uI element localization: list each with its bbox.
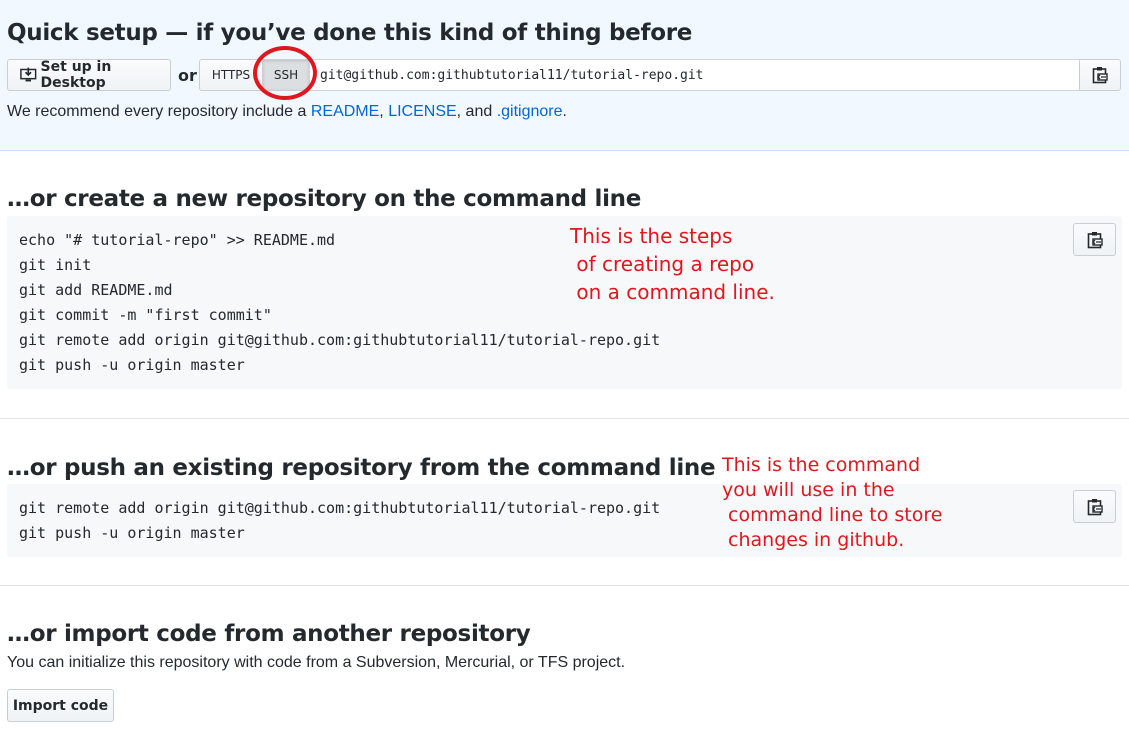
push-existing-annotation: This is the command you will use in the … [722, 454, 943, 551]
setup-desktop-button[interactable]: Set up in Desktop [7, 59, 171, 91]
desktop-download-icon [20, 67, 37, 82]
import-title: …or import code from another repository [7, 621, 531, 647]
clone-url-input[interactable] [309, 59, 1081, 91]
copy-clone-url-button[interactable] [1079, 59, 1121, 91]
recommend-text: We recommend every repository include a … [7, 103, 567, 121]
copy-push-existing-button[interactable] [1073, 490, 1116, 523]
recommend-suffix: . [562, 103, 567, 120]
clipboard-icon [1087, 498, 1103, 515]
ssh-highlight-circle [253, 46, 317, 100]
quick-setup-panel: Quick setup — if you’ve done this kind o… [0, 0, 1129, 151]
divider [0, 418, 1129, 419]
gitignore-link[interactable]: .gitignore [497, 103, 563, 120]
new-repo-code: echo "# tutorial-repo" >> README.md git … [19, 231, 661, 374]
setup-desktop-label: Set up in Desktop [40, 59, 112, 91]
new-repo-title: …or create a new repository on the comma… [7, 186, 642, 212]
push-existing-title: …or push an existing repository from the… [7, 455, 716, 481]
push-existing-code-block: git remote add origin git@github.com:git… [7, 484, 1122, 557]
divider [0, 585, 1129, 586]
clipboard-icon [1092, 67, 1108, 84]
import-code-button[interactable]: Import code [7, 689, 114, 722]
push-existing-code: git remote add origin git@github.com:git… [19, 499, 661, 542]
license-link[interactable]: LICENSE [388, 103, 456, 120]
recommend-sep: , [379, 103, 389, 120]
new-repo-annotation: This is the steps of creating a repo on … [570, 224, 775, 304]
recommend-prefix: We recommend every repository include a [7, 103, 311, 120]
clone-url-group: HTTPS SSH [199, 59, 1121, 91]
copy-new-repo-button[interactable] [1073, 223, 1116, 256]
recommend-sep: , and [456, 103, 497, 120]
or-label: or [178, 66, 197, 85]
import-description: You can initialize this repository with … [7, 654, 626, 671]
new-repo-code-block: echo "# tutorial-repo" >> README.md git … [7, 216, 1122, 389]
readme-link[interactable]: README [311, 103, 379, 120]
clipboard-icon [1087, 231, 1103, 248]
quick-setup-title: Quick setup — if you’ve done this kind o… [7, 20, 693, 46]
